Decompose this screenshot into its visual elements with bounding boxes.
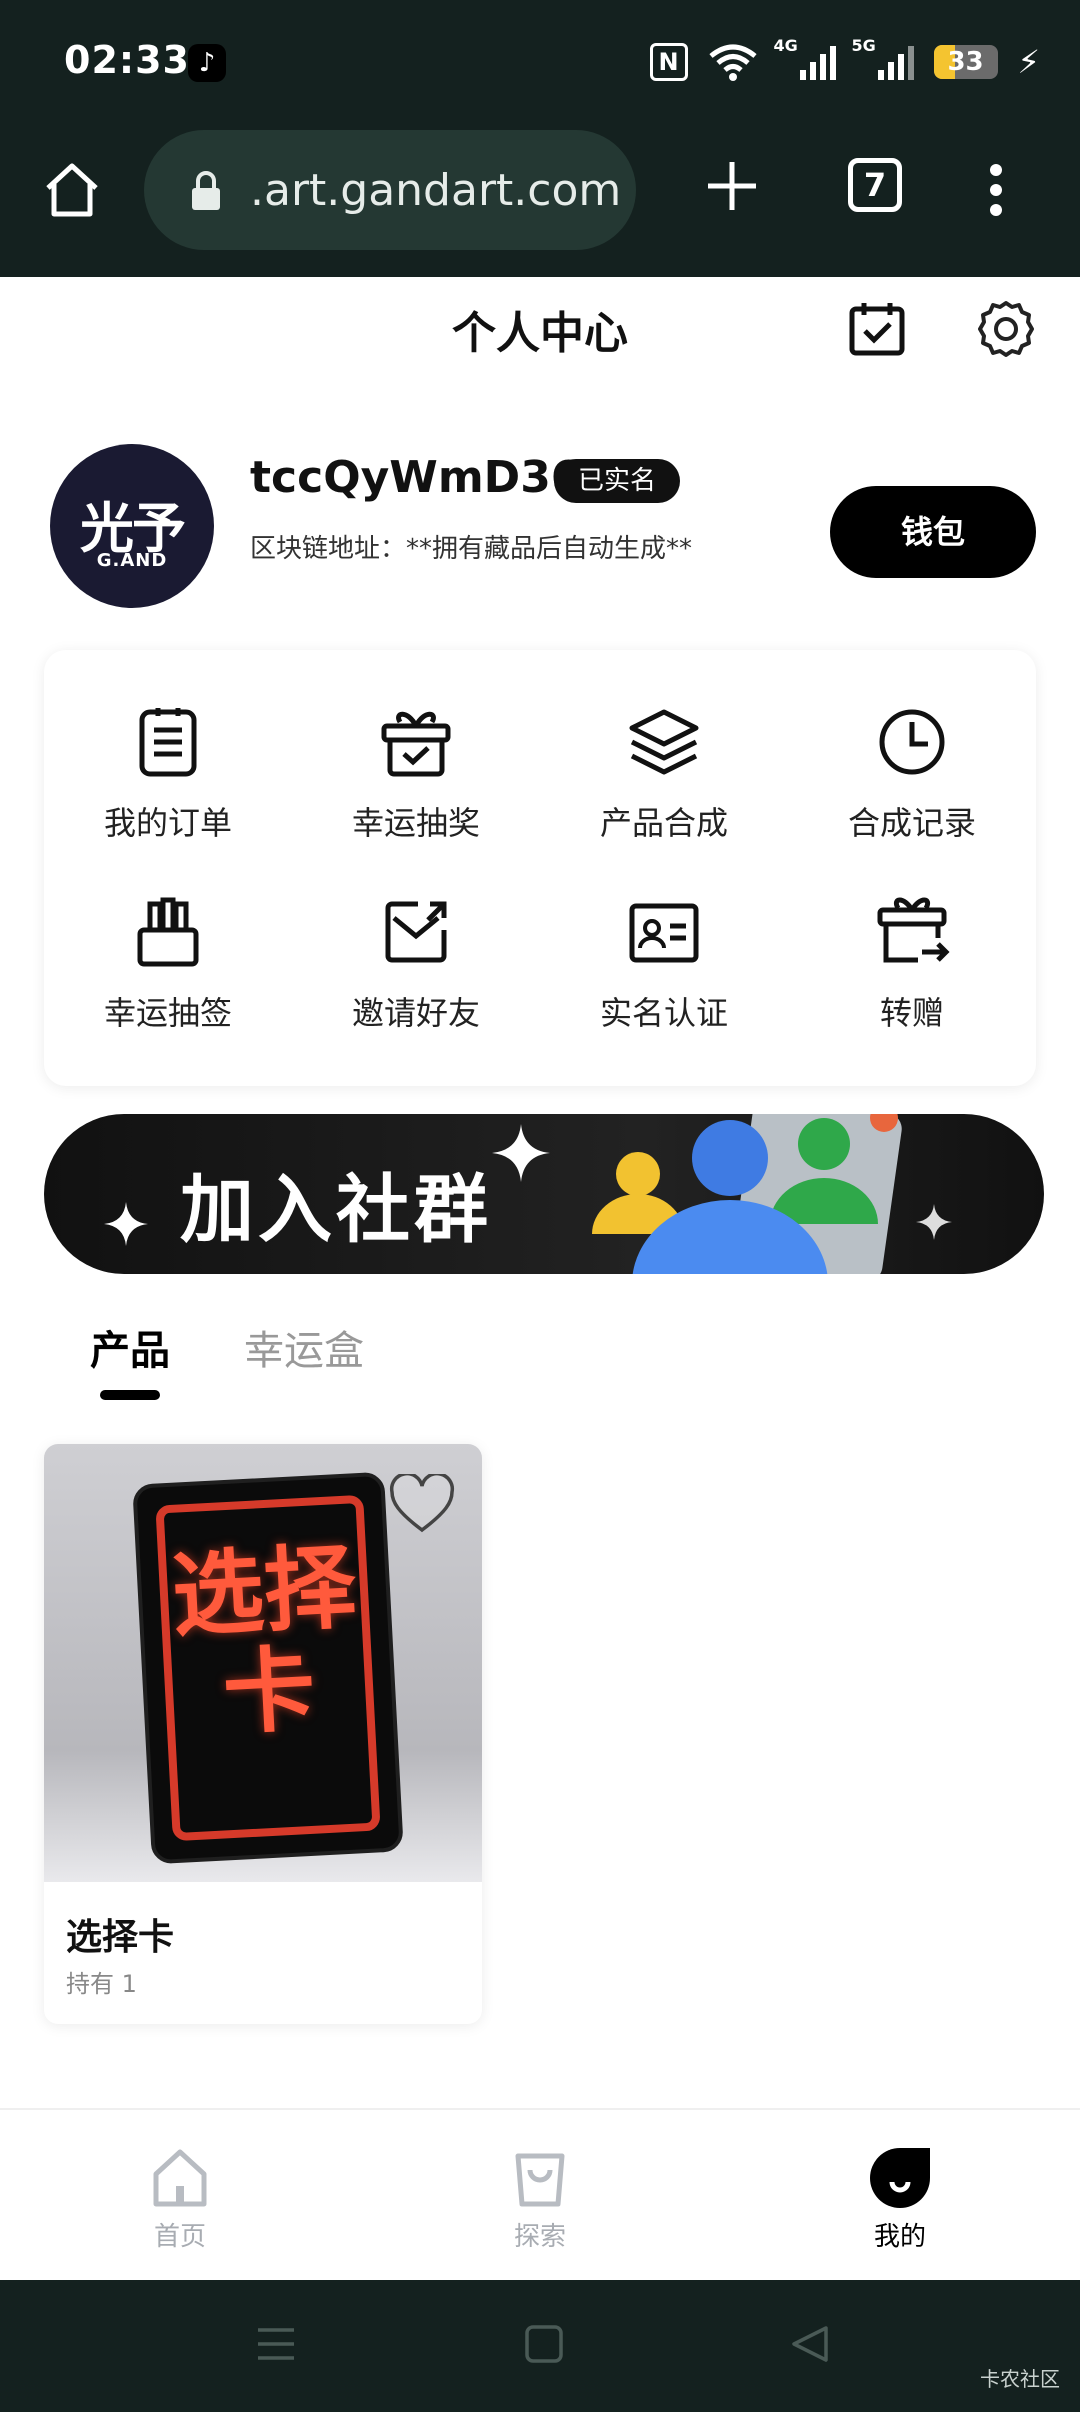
gift-icon <box>381 711 451 777</box>
function-grid: 我的订单 幸运抽奖 产品合成 合成记录 幸运抽签 邀请好友 实名认证 转赠 <box>44 650 1036 1086</box>
settings-gear-icon[interactable] <box>974 297 1038 361</box>
system-nav-bar: 卡农社区 <box>0 2280 1080 2412</box>
wallet-button[interactable]: 钱包 <box>830 486 1036 578</box>
transfer-icon <box>877 897 950 963</box>
grid-item-my-orders[interactable]: 我的订单 <box>44 704 292 884</box>
lottery-icon <box>137 897 199 967</box>
card-artwork: 选择卡 <box>132 1471 404 1865</box>
banner-text: 加入社群 <box>180 1167 492 1253</box>
home-square-icon[interactable] <box>524 2324 564 2364</box>
grid-label: 邀请好友 <box>351 994 480 1032</box>
avatar[interactable]: 光予 G.AND <box>50 444 214 608</box>
home-icon <box>153 2149 207 2207</box>
browser-chrome: 02:33 ♪ N 4G 5G 33 ⚡ .art.gandart.com 7 <box>0 0 1080 277</box>
clock-icon <box>879 709 945 775</box>
product-card[interactable]: 选择卡 选择卡 持有 1 <box>44 1444 482 2024</box>
tiktok-icon: ♪ <box>188 44 226 82</box>
grid-item-synthesis-record[interactable]: 合成记录 <box>788 704 1036 884</box>
product-name: 选择卡 <box>66 1917 175 1958</box>
watermark: 卡农社区 <box>980 2367 1060 2391</box>
invite-icon <box>385 901 447 963</box>
status-bar: 02:33 ♪ N 4G 5G 33 ⚡ <box>0 0 1080 118</box>
grid-label: 我的订单 <box>103 804 232 842</box>
battery-indicator: 33 <box>933 45 998 79</box>
grid-label: 幸运抽奖 <box>351 804 480 842</box>
grid-item-transfer[interactable]: 转赠 <box>788 894 1036 1074</box>
tab-products[interactable]: 产品 <box>90 1318 170 1376</box>
grid-label: 转赠 <box>879 994 944 1032</box>
nav-mine[interactable]: 我的 <box>820 2146 980 2253</box>
username: tccQyWmD36 <box>250 452 582 503</box>
order-icon <box>139 708 197 777</box>
page-header: 个人中心 <box>0 277 1080 377</box>
page-title: 个人中心 <box>452 308 628 359</box>
signal-5g-icon: 5G <box>852 36 914 80</box>
tab-switcher-button[interactable]: 7 <box>848 158 902 212</box>
tab-lucky-box[interactable]: 幸运盒 <box>244 1318 364 1376</box>
check-in-calendar-icon[interactable] <box>848 299 906 357</box>
home-icon[interactable] <box>40 158 104 222</box>
lock-icon <box>192 171 220 210</box>
grid-item-invite-friends[interactable]: 邀请好友 <box>292 894 540 1074</box>
signal-4g-label: 4G <box>773 36 798 55</box>
recents-menu-icon[interactable] <box>256 2324 296 2364</box>
bottom-nav: 首页 探索 我的 <box>0 2108 1080 2280</box>
wifi-icon <box>708 44 757 81</box>
nfc-icon: N <box>649 43 688 81</box>
nav-mine-label: 我的 <box>873 2222 926 2252</box>
nav-home-label: 首页 <box>153 2222 206 2252</box>
url-bar: .art.gandart.com 7 <box>0 118 1080 277</box>
community-people-icon <box>592 1114 902 1274</box>
sparkle-icon <box>104 1202 148 1246</box>
shopping-bag-icon <box>515 2153 565 2207</box>
nav-home[interactable]: 首页 <box>100 2146 260 2253</box>
url-text: .art.gandart.com <box>250 164 622 216</box>
product-holding: 持有 1 <box>66 1970 137 1998</box>
signal-5g-label: 5G <box>851 36 876 55</box>
status-time: 02:33 <box>64 38 190 82</box>
grid-item-real-name-auth[interactable]: 实名认证 <box>540 894 788 1074</box>
grid-item-product-synthesis[interactable]: 产品合成 <box>540 704 788 884</box>
nav-explore-label: 探索 <box>513 2222 566 2252</box>
grid-label: 实名认证 <box>599 994 728 1032</box>
back-triangle-icon[interactable] <box>790 2324 830 2364</box>
grid-label: 产品合成 <box>599 804 728 842</box>
join-community-banner[interactable]: 加入社群 <box>44 1114 1044 1274</box>
verified-badge: 已实名 <box>554 459 681 503</box>
grid-label: 幸运抽签 <box>103 994 232 1032</box>
address-bar[interactable]: .art.gandart.com <box>144 130 636 250</box>
card-art-text: 选择卡 <box>169 1533 359 1748</box>
grid-item-lucky-draw[interactable]: 幸运抽奖 <box>292 704 540 884</box>
id-card-icon <box>629 903 699 963</box>
profile-face-icon <box>870 2148 930 2208</box>
sparkle-icon <box>492 1124 550 1182</box>
grid-item-lucky-lottery[interactable]: 幸运抽签 <box>44 894 292 1074</box>
blockchain-address: 区块链地址：**拥有藏品后自动生成** <box>250 534 693 564</box>
battery-text: 33 <box>947 47 984 77</box>
favorite-heart-icon[interactable] <box>388 1474 456 1536</box>
signal-4g-icon: 4G <box>774 36 836 80</box>
more-menu-icon[interactable] <box>976 158 1016 222</box>
grid-label: 合成记录 <box>847 804 976 842</box>
tab-active-indicator <box>100 1390 160 1400</box>
avatar-logo-sub: G.AND <box>96 550 168 571</box>
charging-icon: ⚡ <box>1017 43 1040 81</box>
product-image: 选择卡 <box>44 1444 482 1882</box>
layers-icon <box>629 709 699 775</box>
nav-explore[interactable]: 探索 <box>460 2146 620 2253</box>
system-icons: N 4G 5G 33 ⚡ <box>649 36 1040 86</box>
new-tab-icon[interactable] <box>700 154 764 218</box>
